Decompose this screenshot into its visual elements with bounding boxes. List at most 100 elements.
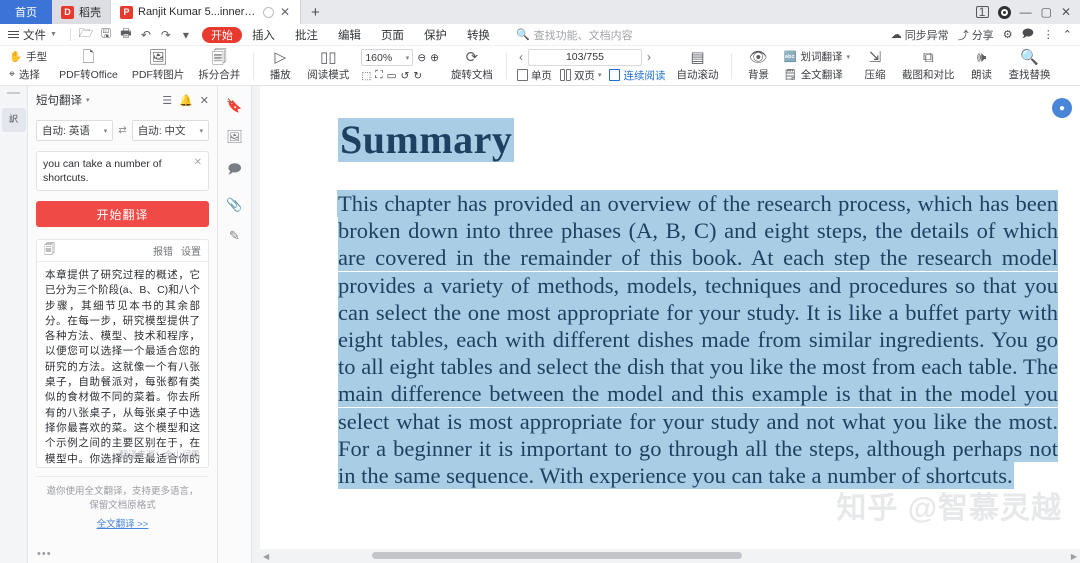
more-dots-icon[interactable]: •••	[37, 548, 52, 560]
copy-icon[interactable]: 🗐	[44, 241, 55, 260]
source-text-input[interactable]: you can take a number of shortcuts. ✕	[36, 151, 209, 191]
find-replace-button[interactable]: 🔍 查找替换	[1002, 47, 1058, 85]
page-number-input[interactable]: 103/755	[527, 48, 642, 66]
screenshot-compare-button[interactable]: ⧉ 截图和对比	[895, 47, 962, 85]
play-label: 播放	[269, 68, 291, 81]
zoom-group: 160% ▾ ⊖ ⊕ ⬚ ⛶ ▭ ↺ ↻	[356, 49, 444, 82]
more-icon[interactable]: ⋮	[1043, 28, 1054, 41]
rotate-right-icon[interactable]: ↻	[413, 70, 422, 82]
customize-icon[interactable]: ▾	[176, 28, 196, 42]
start-translate-button[interactable]: 开始翻译	[36, 201, 209, 227]
settings-button[interactable]: 设置	[181, 243, 201, 258]
continuous-read-button[interactable]: 连续阅读	[609, 68, 665, 83]
folder-open-icon[interactable]: 🗁	[76, 24, 96, 45]
history-icon[interactable]: ☰	[162, 94, 172, 107]
word-translate-button[interactable]: 🔤 划词翻译 ▾	[783, 49, 850, 64]
sync-status[interactable]: ☁ 同步异常	[891, 27, 949, 43]
scrollbar-track[interactable]	[272, 552, 1068, 560]
file-menu-button[interactable]: 文件 ▼	[0, 27, 65, 43]
gear-icon[interactable]: ⚙	[1003, 28, 1013, 41]
horizontal-scrollbar[interactable]: ◀ ▶	[260, 549, 1080, 563]
full-translate-button[interactable]: 🗒 全文翻译	[783, 67, 850, 82]
scroll-right-icon[interactable]: ▶	[1068, 552, 1080, 561]
save-icon[interactable]: 🖫	[96, 24, 116, 45]
scrollbar-thumb[interactable]	[372, 552, 743, 559]
tab-start[interactable]: 开始	[201, 26, 242, 43]
source-language-select[interactable]: 自动: 英语 ▾	[36, 120, 114, 141]
scroll-left-icon[interactable]: ◀	[260, 552, 272, 561]
tab-insert[interactable]: 插入	[242, 27, 285, 43]
collapse-ribbon-icon[interactable]: ⌃	[1063, 28, 1072, 41]
rail-grip[interactable]	[7, 92, 20, 94]
tab-docer[interactable]: D 稻壳	[52, 0, 111, 24]
share-button[interactable]: ⤴ 分享	[958, 27, 994, 43]
swap-icon[interactable]: ⇄	[117, 125, 127, 136]
tab-page[interactable]: 页面	[371, 27, 414, 43]
tab-close-icon[interactable]: ✕	[279, 6, 291, 18]
result-card-body: 本章提供了研究过程的概述，它已分为三个阶段(a、B、C)和八个步骤，其细节见本书…	[37, 262, 208, 467]
tab-protect[interactable]: 保护	[414, 27, 457, 43]
background-button[interactable]: 👁 背景	[738, 47, 778, 85]
maximize-button[interactable]: ▢	[1041, 6, 1052, 18]
background-label: 背景	[747, 68, 769, 81]
signature-icon[interactable]: ✎	[229, 228, 240, 244]
tab-comment[interactable]: 批注	[285, 27, 328, 43]
tab-home[interactable]: 首页	[0, 0, 52, 24]
share-label: 分享	[971, 29, 994, 42]
redo-icon[interactable]: ↷	[156, 28, 176, 42]
autoscroll-button[interactable]: ▤ 自动滚动	[669, 47, 725, 85]
fit-page-icon[interactable]: ⬚	[361, 70, 371, 82]
zoom-level-select[interactable]: 160% ▾	[361, 49, 414, 66]
zoom-in-icon[interactable]: ⊕	[430, 52, 439, 64]
ribbon-divider	[253, 52, 255, 79]
next-page-button[interactable]: ›	[645, 50, 653, 64]
target-language-select[interactable]: 自动: 中文 ▾	[131, 120, 210, 141]
assistant-icon[interactable]: ●	[1052, 98, 1072, 118]
fit-width-icon[interactable]: ⛶	[375, 69, 382, 82]
read-mode-button[interactable]: ▯▯ 阅读模式	[300, 47, 356, 85]
zoom-out-icon[interactable]: ⊖	[417, 52, 426, 64]
bell-icon[interactable]: 🔔	[179, 94, 193, 107]
new-tab-button[interactable]: +	[301, 0, 330, 24]
clear-icon[interactable]: ✕	[194, 157, 202, 168]
fit-visible-icon[interactable]: ▭	[387, 70, 397, 82]
chevron-down-icon[interactable]: ▾	[86, 96, 90, 104]
search-box[interactable]: 🔍 查找功能、文档内容	[516, 27, 633, 43]
prev-page-button[interactable]: ‹	[517, 50, 525, 64]
compress-button[interactable]: ⇲ 压缩	[855, 47, 895, 85]
close-icon[interactable]: ✕	[200, 94, 209, 107]
watermark: 知乎 @智慕灵越	[836, 492, 1062, 525]
undo-icon[interactable]: ↶	[136, 28, 156, 42]
attachment-icon[interactable]: 📎	[226, 197, 242, 213]
read-aloud-button[interactable]: 🕪 朗读	[962, 47, 1002, 85]
minimize-button[interactable]: —	[1020, 6, 1032, 18]
play-button[interactable]: ▷ 播放	[260, 47, 300, 85]
promo-link[interactable]: 全文翻译 >>	[97, 518, 149, 532]
cloud-warning-icon: ☁	[890, 29, 902, 41]
report-error-button[interactable]: 报错	[153, 243, 173, 258]
pdf-to-image-button[interactable]: 🖼 PDF转图片	[125, 47, 192, 85]
tab-pdf-document[interactable]: P Ranjit Kumar 5...inners 5th.pdf ✕	[111, 0, 301, 24]
translate-panel-icon[interactable]: 訳	[1, 107, 26, 132]
split-merge-button[interactable]: 🗐 拆分合并	[191, 47, 247, 85]
pdf-to-office-button[interactable]: 🗋 PDF转Office	[52, 47, 125, 85]
single-page-button[interactable]: 单页	[516, 68, 552, 83]
rotate-left-icon[interactable]: ↺	[401, 70, 410, 82]
document-viewer[interactable]: Summary This chapter has provided an ove…	[252, 86, 1080, 563]
close-window-button[interactable]: ✕	[1061, 6, 1071, 18]
hand-mode-button[interactable]: ✋ 手型	[9, 49, 47, 64]
pdf-page[interactable]: Summary This chapter has provided an ove…	[260, 86, 1080, 549]
feedback-icon[interactable]: 🗩	[1022, 25, 1034, 44]
bookmark-icon[interactable]: 🔖	[226, 98, 242, 114]
comment-icon[interactable]: 🗩	[227, 160, 241, 182]
tab-edit[interactable]: 编辑	[328, 27, 371, 43]
screenshot-compare-label: 截图和对比	[902, 68, 955, 81]
record-icon[interactable]	[997, 5, 1011, 19]
select-mode-button[interactable]: ⌖ 选择	[9, 67, 47, 82]
window-count-badge[interactable]: 1	[975, 6, 989, 18]
double-page-button[interactable]: 双页 ▾	[559, 68, 601, 83]
rotate-document-button[interactable]: ⟳ 旋转文档	[444, 47, 500, 85]
print-icon[interactable]: 🖶	[116, 24, 136, 45]
image-icon[interactable]: 🖼	[226, 129, 243, 145]
tab-convert[interactable]: 转换	[457, 27, 500, 43]
